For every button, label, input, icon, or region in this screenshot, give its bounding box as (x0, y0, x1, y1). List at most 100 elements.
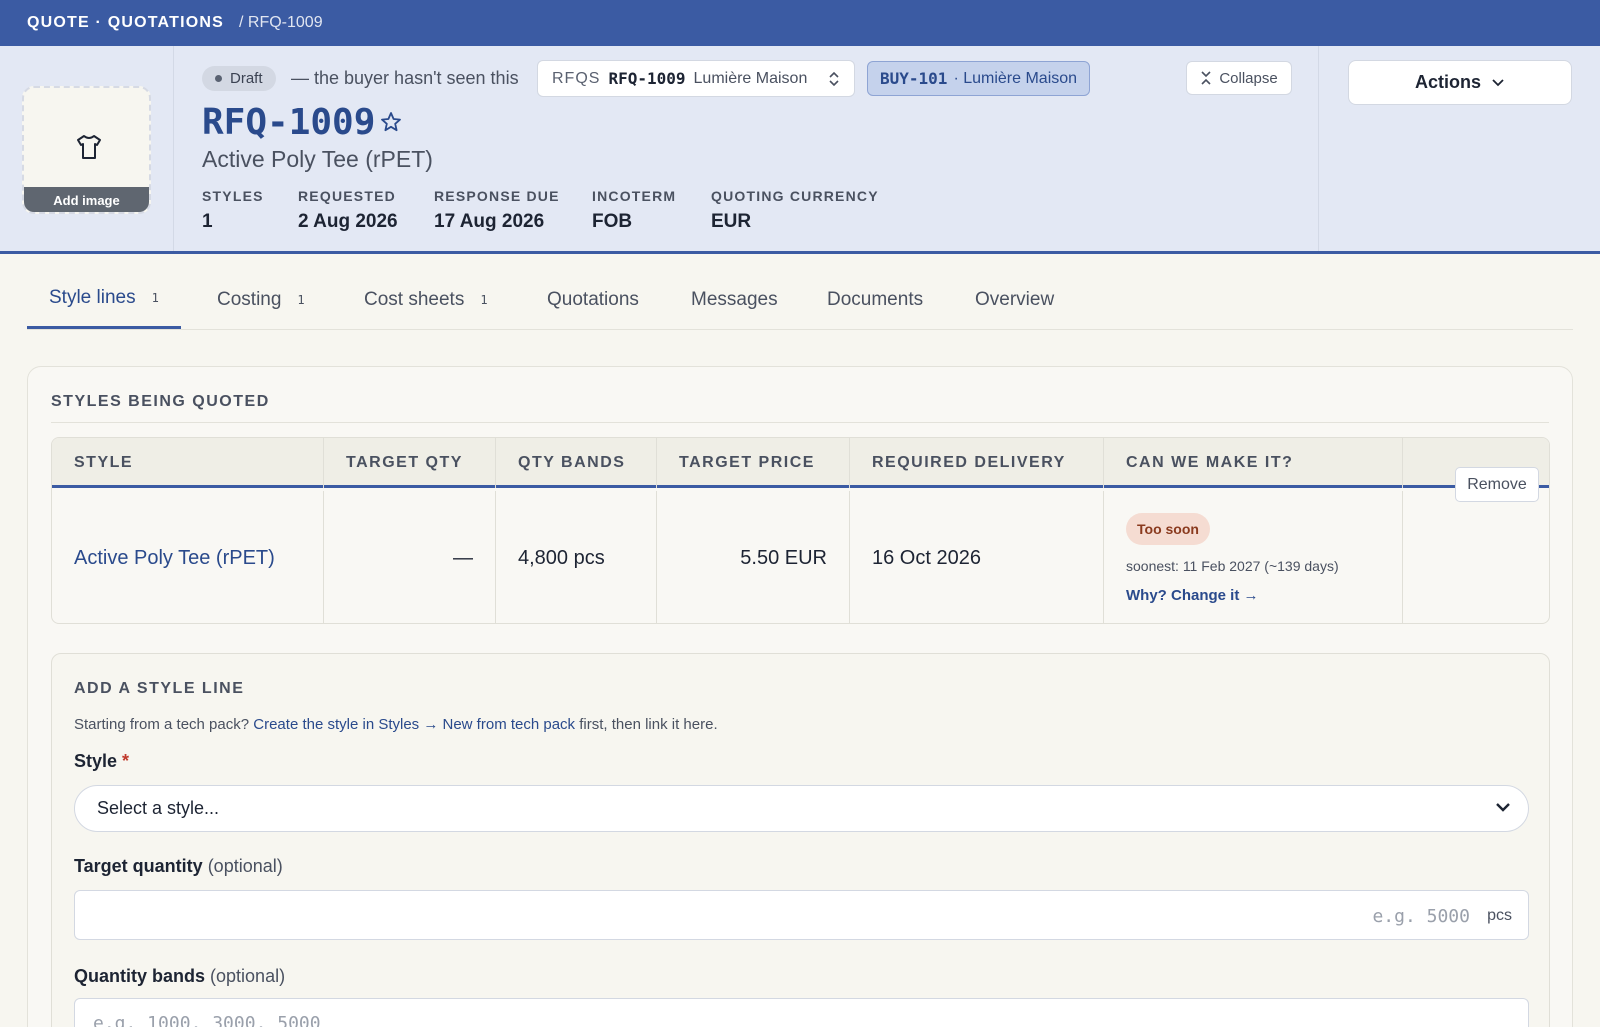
meta-key: STYLES (202, 188, 264, 204)
actions-button[interactable]: Actions (1348, 60, 1572, 105)
required-delivery-cell: 16 Oct 2026 (850, 491, 1104, 623)
status-badge: Draft (202, 66, 276, 91)
page-subtitle: Active Poly Tee (rPET) (202, 146, 433, 172)
divider (51, 422, 1549, 423)
unit-label: pcs (1487, 907, 1512, 924)
tab-label: Quotations (547, 288, 639, 310)
meta-key: INCOTERM (592, 188, 677, 204)
tab-style-lines[interactable]: Style lines 1 (27, 270, 181, 329)
meta-value: 1 (202, 211, 213, 232)
rfq-header: Add image Draft — the buyer hasn't seen … (0, 46, 1600, 254)
why-change-link[interactable]: Why? Change it → (1126, 587, 1259, 604)
tab-documents[interactable]: Documents (827, 270, 923, 329)
tab-cost-sheets[interactable]: Cost sheets 1 (364, 270, 488, 329)
target-price-cell: 5.50 EUR (657, 491, 850, 623)
collapse-icon (1201, 71, 1211, 85)
meta-key: REQUESTED (298, 188, 396, 204)
meta-key: RESPONSE DUE (434, 188, 560, 204)
tab-label: Costing (217, 288, 282, 310)
meta-key: QUOTING CURRENCY (711, 188, 879, 204)
remove-button[interactable]: Remove (1455, 467, 1539, 502)
breadcrumb: / RFQ-1009 (239, 14, 323, 31)
form-hint: Starting from a tech pack? Create the st… (74, 716, 718, 733)
status-dot (215, 75, 222, 82)
updown-chevron-icon (829, 71, 839, 87)
rfq-picker-client: Lumière Maison (693, 69, 808, 87)
label-text: Style (74, 751, 118, 771)
rfq-picker-code: RFQ-1009 (608, 69, 686, 88)
add-style-line-form: ADD A STYLE LINE Starting from a tech pa… (51, 653, 1550, 1027)
tab-bar: Style lines 1 Costing 1 Cost sheets 1 Qu… (27, 270, 1573, 330)
divider (1318, 46, 1319, 251)
style-select[interactable]: Select a style... (74, 785, 1529, 832)
meta-quoting-currency: QUOTING CURRENCY EUR (711, 188, 879, 233)
label-text: Quantity bands (74, 966, 206, 986)
collapse-button[interactable]: Collapse (1186, 61, 1292, 95)
tshirt-icon (77, 135, 101, 159)
tab-count: 1 (297, 292, 305, 307)
add-image-button[interactable]: Add image (24, 187, 149, 212)
tab-label: Cost sheets (364, 288, 465, 310)
column-header: REQUIRED DELIVERY (850, 438, 1104, 488)
tab-label: Overview (975, 288, 1055, 310)
bands-field-label: Quantity bands (optional) (74, 966, 285, 987)
column-header: TARGET PRICE (657, 438, 850, 488)
rfq-picker[interactable]: RFQS RFQ-1009 Lumière Maison (537, 60, 855, 97)
style-link[interactable]: Active Poly Tee (rPET) (52, 491, 324, 623)
tab-quotations[interactable]: Quotations (547, 270, 639, 329)
tab-messages[interactable]: Messages (691, 270, 778, 329)
divider (173, 46, 174, 251)
tab-count: 1 (480, 292, 488, 307)
table-row: Active Poly Tee (rPET) — 4,800 pcs 5.50 … (52, 491, 1549, 623)
rfq-picker-label: RFQS (552, 69, 601, 87)
input-placeholder: e.g. 5000 (1372, 906, 1470, 927)
target-qty-input[interactable]: e.g. 5000 pcs (74, 890, 1529, 940)
buyer-name: · Lumière Maison (953, 69, 1078, 87)
tab-label: Style lines (49, 287, 136, 308)
quantity-bands-input[interactable]: e.g. 1000, 3000, 5000 (74, 998, 1529, 1027)
tab-overview[interactable]: Overview (975, 270, 1054, 329)
optional-text: (optional) (207, 856, 283, 876)
tab-label: Documents (827, 288, 924, 310)
style-field-label: Style * (74, 751, 129, 772)
chevron-down-icon (1492, 78, 1504, 86)
form-title: ADD A STYLE LINE (74, 680, 245, 697)
meta-value: 2 Aug 2026 (298, 211, 398, 232)
optional-text: (optional) (210, 966, 286, 986)
page-title: RFQ-1009 (202, 102, 376, 143)
meta-value: EUR (711, 211, 752, 232)
styles-table: STYLE TARGET QTY QTY BANDS TARGET PRICE … (51, 437, 1550, 624)
image-placeholder[interactable]: Add image (22, 86, 151, 214)
meta-value: 17 Aug 2026 (434, 211, 545, 232)
input-placeholder: e.g. 1000, 3000, 5000 (93, 1013, 321, 1027)
section-title: STYLES BEING QUOTED (51, 393, 270, 410)
target-qty-cell: — (324, 491, 496, 623)
meta-incoterm: INCOTERM FOB (592, 188, 676, 233)
buyer-chip[interactable]: BUY-101 · Lumière Maison (867, 61, 1091, 96)
collapse-label: Collapse (1219, 69, 1278, 87)
column-header: STYLE (52, 438, 324, 488)
meta-response-due: RESPONSE DUE 17 Aug 2026 (434, 188, 560, 233)
styles-card: STYLES BEING QUOTED STYLE TARGET QTY QTY… (27, 366, 1573, 1027)
qty-bands-cell: 4,800 pcs (496, 491, 657, 623)
tab-costing[interactable]: Costing 1 (217, 270, 305, 329)
column-header: QTY BANDS (496, 438, 657, 488)
status-badge: Too soon (1126, 512, 1210, 545)
tab-count: 1 (151, 291, 159, 305)
app-name[interactable]: QUOTE · QUOTATIONS (27, 14, 224, 32)
select-value: Select a style... (97, 798, 220, 818)
tech-pack-link[interactable]: Create the style in Styles → New from te… (253, 716, 575, 733)
actions-label: Actions (1414, 72, 1481, 92)
tab-label: Messages (691, 288, 778, 310)
column-header: CAN WE MAKE IT? (1104, 438, 1403, 488)
hint-text: Starting from a tech pack? (74, 716, 250, 733)
column-header: TARGET QTY (324, 438, 496, 488)
chevron-down-icon (1496, 803, 1510, 812)
table-header: STYLE TARGET QTY QTY BANDS TARGET PRICE … (52, 438, 1549, 488)
status-label: Draft (230, 70, 263, 87)
buyer-code: BUY-101 (880, 69, 948, 88)
top-bar: QUOTE · QUOTATIONS / RFQ-1009 (0, 0, 1600, 46)
star-icon[interactable] (379, 110, 403, 134)
status-note: — the buyer hasn't seen this (291, 68, 519, 88)
required-mark: * (122, 751, 130, 771)
